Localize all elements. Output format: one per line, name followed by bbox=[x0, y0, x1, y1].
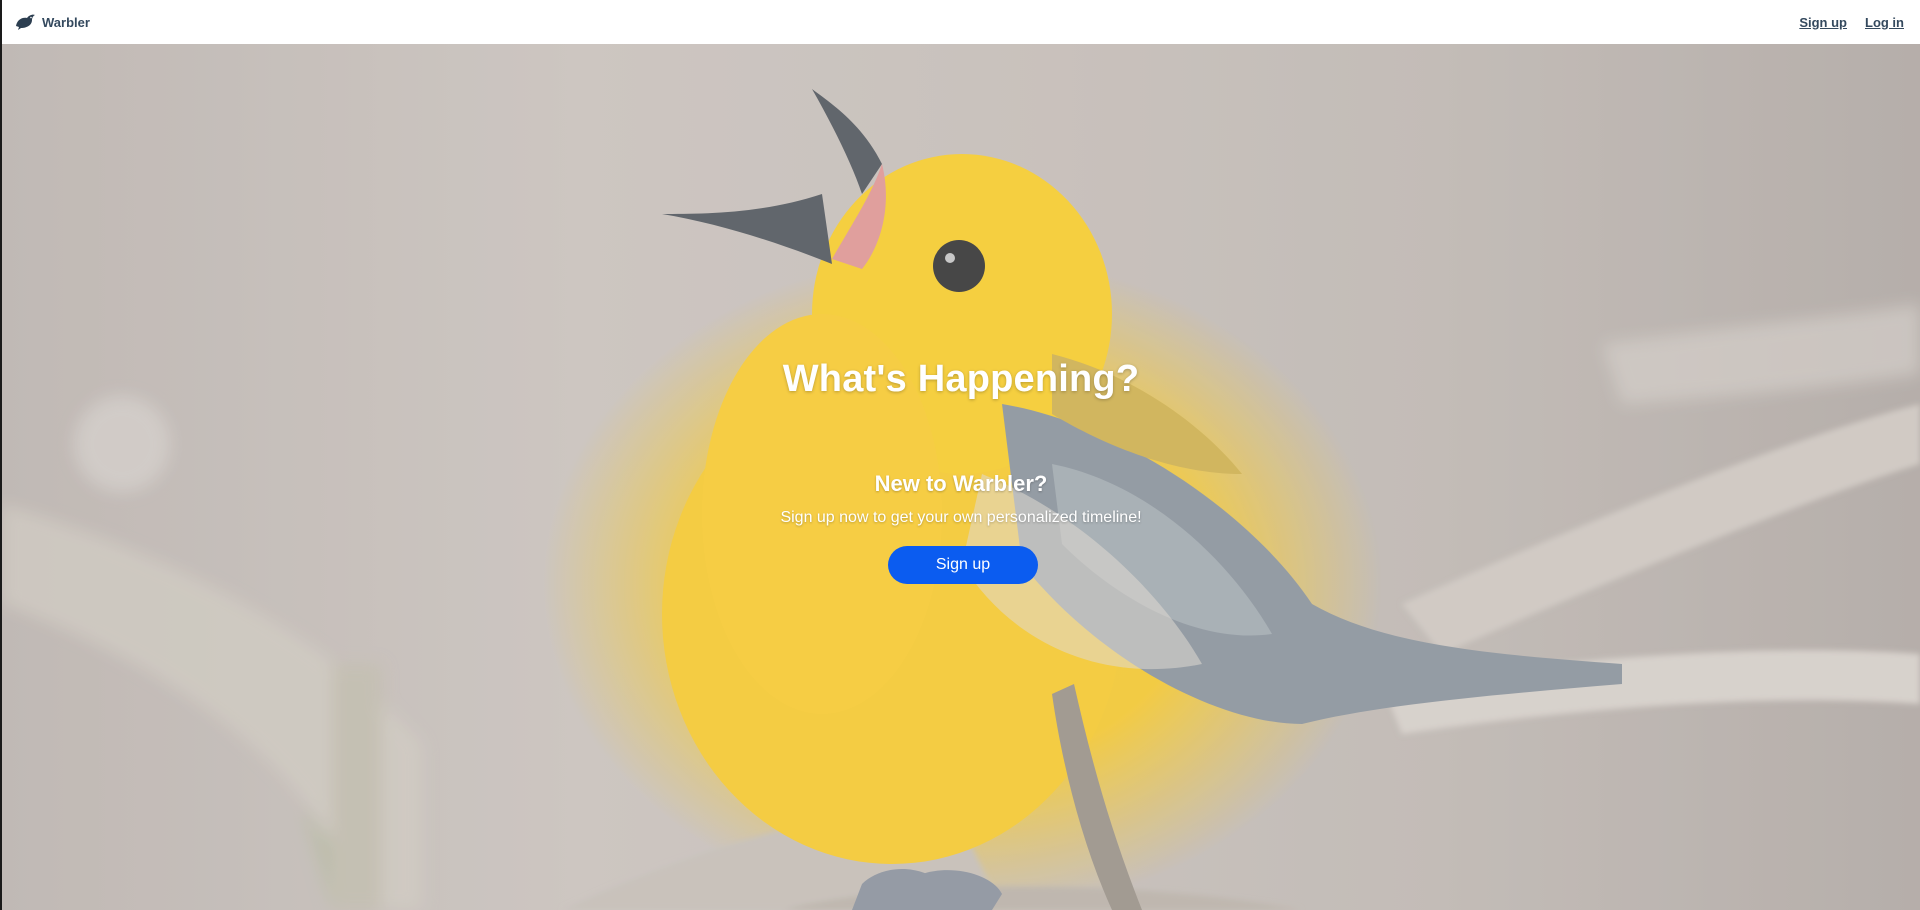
hero-signup-button[interactable]: Sign up bbox=[888, 546, 1038, 584]
bird-icon bbox=[14, 13, 36, 31]
login-link[interactable]: Log in bbox=[1865, 15, 1904, 30]
brand-name: Warbler bbox=[42, 14, 90, 30]
hero-section: What's Happening? New to Warbler? Sign u… bbox=[2, 44, 1920, 910]
hero-text: Sign up now to get your own personalized… bbox=[780, 509, 1142, 526]
signup-link[interactable]: Sign up bbox=[1799, 15, 1847, 30]
hero-title: What's Happening? bbox=[782, 358, 1140, 400]
hero-content: What's Happening? New to Warbler? Sign u… bbox=[2, 44, 1920, 910]
brand-link[interactable]: Warbler bbox=[14, 13, 90, 31]
page: Warbler Sign up Log in What's Happening?… bbox=[0, 0, 1920, 910]
hero-subtitle: New to Warbler? bbox=[874, 471, 1048, 496]
navbar: Warbler Sign up Log in bbox=[2, 0, 1920, 44]
nav-links: Sign up Log in bbox=[1799, 15, 1904, 30]
